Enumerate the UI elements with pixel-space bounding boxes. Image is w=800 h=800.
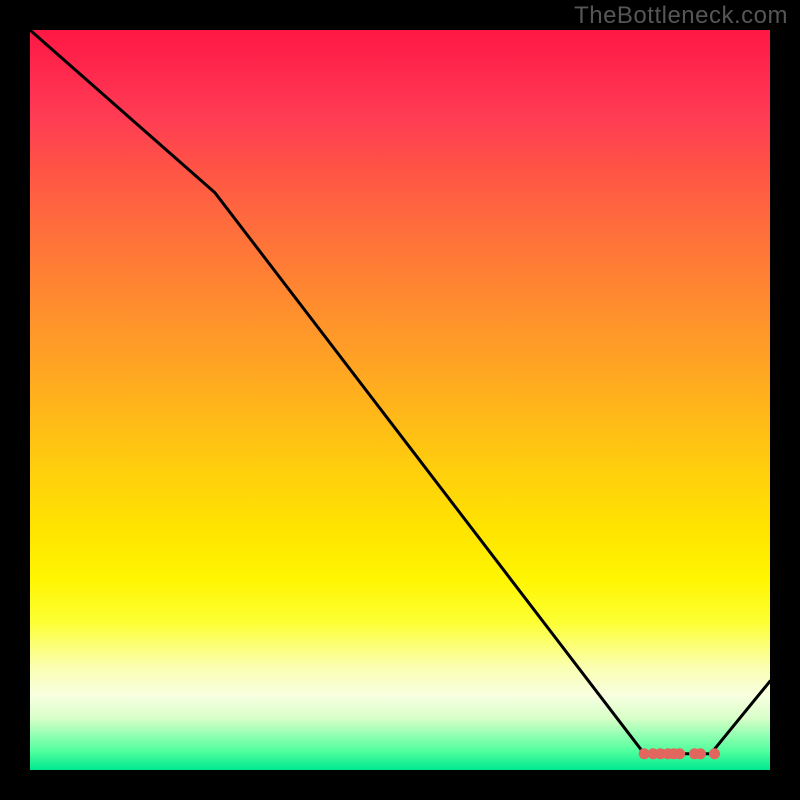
marker-dot: [695, 748, 706, 759]
watermark-text: TheBottleneck.com: [574, 2, 788, 30]
marker-dot: [674, 748, 685, 759]
chart-overlay: [30, 30, 770, 770]
chart-frame: TheBottleneck.com: [0, 0, 800, 800]
plot-area: [30, 30, 770, 770]
curve-line: [30, 30, 770, 754]
marker-dot: [709, 748, 720, 759]
